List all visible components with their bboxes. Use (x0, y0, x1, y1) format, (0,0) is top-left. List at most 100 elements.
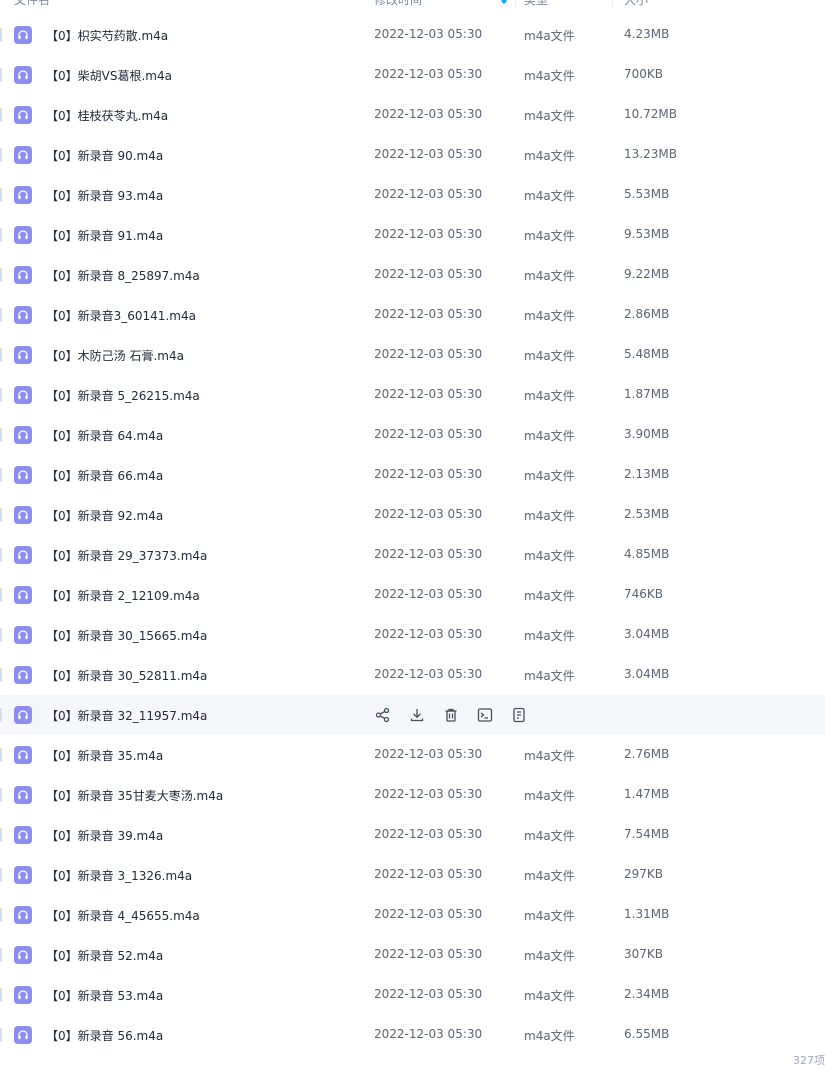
file-row[interactable]: 【0】新录音 30_52811.m4a 2022-12-03 05:30 m4a文件… (0, 655, 825, 695)
file-list: 【0】枳实芍药散.m4a 2022-12-03 05:30 m4a文件 4.23MB 【… (0, 15, 825, 1055)
file-row[interactable]: 【0】新录音 52.m4a 2022-12-03 05:30 m4a文件 307KB (0, 935, 825, 975)
file-name[interactable]: 【0】新录音 35.m4a (46, 747, 163, 764)
file-row[interactable]: 【0】新录音 29_37373.m4a 2022-12-03 05:30 m4a文件… (0, 535, 825, 575)
download-icon[interactable] (408, 706, 426, 724)
row-checkbox[interactable] (0, 788, 2, 802)
file-row[interactable]: 【0】新录音 2_12109.m4a 2022-12-03 05:30 m4a文件 7… (0, 575, 825, 615)
file-name[interactable]: 【0】新录音 29_37373.m4a (46, 547, 207, 564)
file-row[interactable]: 【0】新录音 5_26215.m4a 2022-12-03 05:30 m4a文件 1… (0, 375, 825, 415)
row-checkbox[interactable] (0, 268, 2, 282)
file-name[interactable]: 【0】新录音3_60141.m4a (46, 307, 196, 324)
file-name[interactable]: 【0】新录音 91.m4a (46, 227, 163, 244)
file-type: m4a文件 (524, 29, 575, 43)
file-row[interactable]: 【0】桂枝茯苓丸.m4a 2022-12-03 05:30 m4a文件 10.72MB (0, 95, 825, 135)
row-checkbox[interactable] (0, 988, 2, 1002)
file-name[interactable]: 【0】新录音 8_25897.m4a (46, 267, 200, 284)
row-checkbox[interactable] (0, 228, 2, 242)
file-name[interactable]: 【0】新录音 66.m4a (46, 467, 163, 484)
file-name[interactable]: 【0】新录音 90.m4a (46, 147, 163, 164)
file-row[interactable]: 【0】新录音 4_45655.m4a 2022-12-03 05:30 m4a文件 1… (0, 895, 825, 935)
file-row[interactable]: 【0】新录音 56.m4a 2022-12-03 05:30 m4a文件 6.55MB (0, 1015, 825, 1055)
file-name[interactable]: 【0】新录音 30_15665.m4a (46, 627, 207, 644)
file-date: 2022-12-03 05:30 (374, 467, 483, 481)
column-header-type[interactable]: 类型 (524, 0, 548, 8)
row-checkbox[interactable] (0, 68, 2, 82)
file-name[interactable]: 【0】新录音 53.m4a (46, 987, 163, 1004)
row-checkbox[interactable] (0, 508, 2, 522)
file-name[interactable]: 【0】新录音 93.m4a (46, 187, 163, 204)
file-row[interactable]: 【0】新录音 8_25897.m4a 2022-12-03 05:30 m4a文件 9… (0, 255, 825, 295)
row-checkbox[interactable] (0, 588, 2, 602)
move-to-icon[interactable] (476, 706, 494, 724)
row-checkbox[interactable] (0, 28, 2, 42)
file-row[interactable]: 【0】新录音 30_15665.m4a 2022-12-03 05:30 m4a文件… (0, 615, 825, 655)
more-icon[interactable] (510, 706, 528, 724)
file-name[interactable]: 【0】新录音 3_1326.m4a (46, 867, 192, 884)
row-checkbox[interactable] (0, 188, 2, 202)
file-name[interactable]: 【0】新录音 30_52811.m4a (46, 667, 207, 684)
column-header-name[interactable]: 文件名 (14, 0, 50, 8)
file-size: 2.53MB (624, 507, 670, 521)
delete-icon[interactable] (442, 706, 460, 724)
file-name[interactable]: 【0】新录音 4_45655.m4a (46, 907, 200, 924)
file-row[interactable]: 【0】新录音 92.m4a 2022-12-03 05:30 m4a文件 2.53MB (0, 495, 825, 535)
row-checkbox[interactable] (0, 428, 2, 442)
file-row[interactable]: 【0】新录音 32_11957.m4a (0, 695, 825, 735)
file-row[interactable]: 【0】新录音 64.m4a 2022-12-03 05:30 m4a文件 3.90MB (0, 415, 825, 455)
file-row[interactable]: 【0】新录音 39.m4a 2022-12-03 05:30 m4a文件 7.54MB (0, 815, 825, 855)
row-checkbox[interactable] (0, 828, 2, 842)
row-checkbox[interactable] (0, 908, 2, 922)
file-size: 1.87MB (624, 387, 670, 401)
file-date: 2022-12-03 05:30 (374, 907, 483, 921)
row-checkbox[interactable] (0, 748, 2, 762)
file-name[interactable]: 【0】新录音 52.m4a (46, 947, 163, 964)
file-name[interactable]: 【0】新录音 35甘麦大枣汤.m4a (46, 787, 223, 804)
file-row[interactable]: 【0】新录音 66.m4a 2022-12-03 05:30 m4a文件 2.13MB (0, 455, 825, 495)
file-name[interactable]: 【0】新录音 92.m4a (46, 507, 163, 524)
row-checkbox[interactable] (0, 1028, 2, 1042)
file-row[interactable]: 【0】新录音3_60141.m4a 2022-12-03 05:30 m4a文件 2.… (0, 295, 825, 335)
file-size: 6.55MB (624, 1027, 670, 1041)
file-name[interactable]: 【0】桂枝茯苓丸.m4a (46, 107, 168, 124)
file-row[interactable]: 【0】新录音 35.m4a 2022-12-03 05:30 m4a文件 2.76MB (0, 735, 825, 775)
file-row[interactable]: 【0】木防己汤 石膏.m4a 2022-12-03 05:30 m4a文件 5.48M… (0, 335, 825, 375)
file-date: 2022-12-03 05:30 (374, 787, 483, 801)
row-checkbox[interactable] (0, 148, 2, 162)
file-name[interactable]: 【0】新录音 39.m4a (46, 827, 163, 844)
row-checkbox[interactable] (0, 548, 2, 562)
file-row[interactable]: 【0】新录音 35甘麦大枣汤.m4a 2022-12-03 05:30 m4a文件 1… (0, 775, 825, 815)
file-size: 9.53MB (624, 227, 670, 241)
file-name[interactable]: 【0】柴胡VS葛根.m4a (46, 67, 172, 84)
file-name[interactable]: 【0】新录音 2_12109.m4a (46, 587, 200, 604)
share-icon[interactable] (374, 706, 392, 724)
file-name[interactable]: 【0】新录音 32_11957.m4a (46, 707, 207, 724)
file-row[interactable]: 【0】新录音 93.m4a 2022-12-03 05:30 m4a文件 5.53MB (0, 175, 825, 215)
column-header-date[interactable]: 修改时间 (374, 0, 422, 8)
row-checkbox[interactable] (0, 308, 2, 322)
file-type: m4a文件 (524, 429, 575, 443)
file-name[interactable]: 【0】枳实芍药散.m4a (46, 27, 168, 44)
file-row[interactable]: 【0】新录音 90.m4a 2022-12-03 05:30 m4a文件 13.23M… (0, 135, 825, 175)
row-checkbox[interactable] (0, 388, 2, 402)
row-checkbox[interactable] (0, 948, 2, 962)
file-name[interactable]: 【0】新录音 5_26215.m4a (46, 387, 200, 404)
sort-indicator-icon[interactable] (500, 0, 508, 4)
row-checkbox[interactable] (0, 108, 2, 122)
row-checkbox[interactable] (0, 708, 2, 722)
file-date: 2022-12-03 05:30 (374, 947, 483, 961)
row-checkbox[interactable] (0, 468, 2, 482)
file-row[interactable]: 【0】新录音 53.m4a 2022-12-03 05:30 m4a文件 2.34MB (0, 975, 825, 1015)
column-header-size[interactable]: 大小 (624, 0, 648, 8)
row-checkbox[interactable] (0, 668, 2, 682)
file-row[interactable]: 【0】新录音 91.m4a 2022-12-03 05:30 m4a文件 9.53MB (0, 215, 825, 255)
file-size: 5.48MB (624, 347, 670, 361)
file-name[interactable]: 【0】木防己汤 石膏.m4a (46, 347, 184, 364)
file-name[interactable]: 【0】新录音 64.m4a (46, 427, 163, 444)
row-checkbox[interactable] (0, 868, 2, 882)
file-row[interactable]: 【0】柴胡VS葛根.m4a 2022-12-03 05:30 m4a文件 700KB (0, 55, 825, 95)
row-checkbox[interactable] (0, 628, 2, 642)
file-name[interactable]: 【0】新录音 56.m4a (46, 1027, 163, 1044)
file-row[interactable]: 【0】新录音 3_1326.m4a 2022-12-03 05:30 m4a文件 29… (0, 855, 825, 895)
row-checkbox[interactable] (0, 348, 2, 362)
file-row[interactable]: 【0】枳实芍药散.m4a 2022-12-03 05:30 m4a文件 4.23MB (0, 15, 825, 55)
